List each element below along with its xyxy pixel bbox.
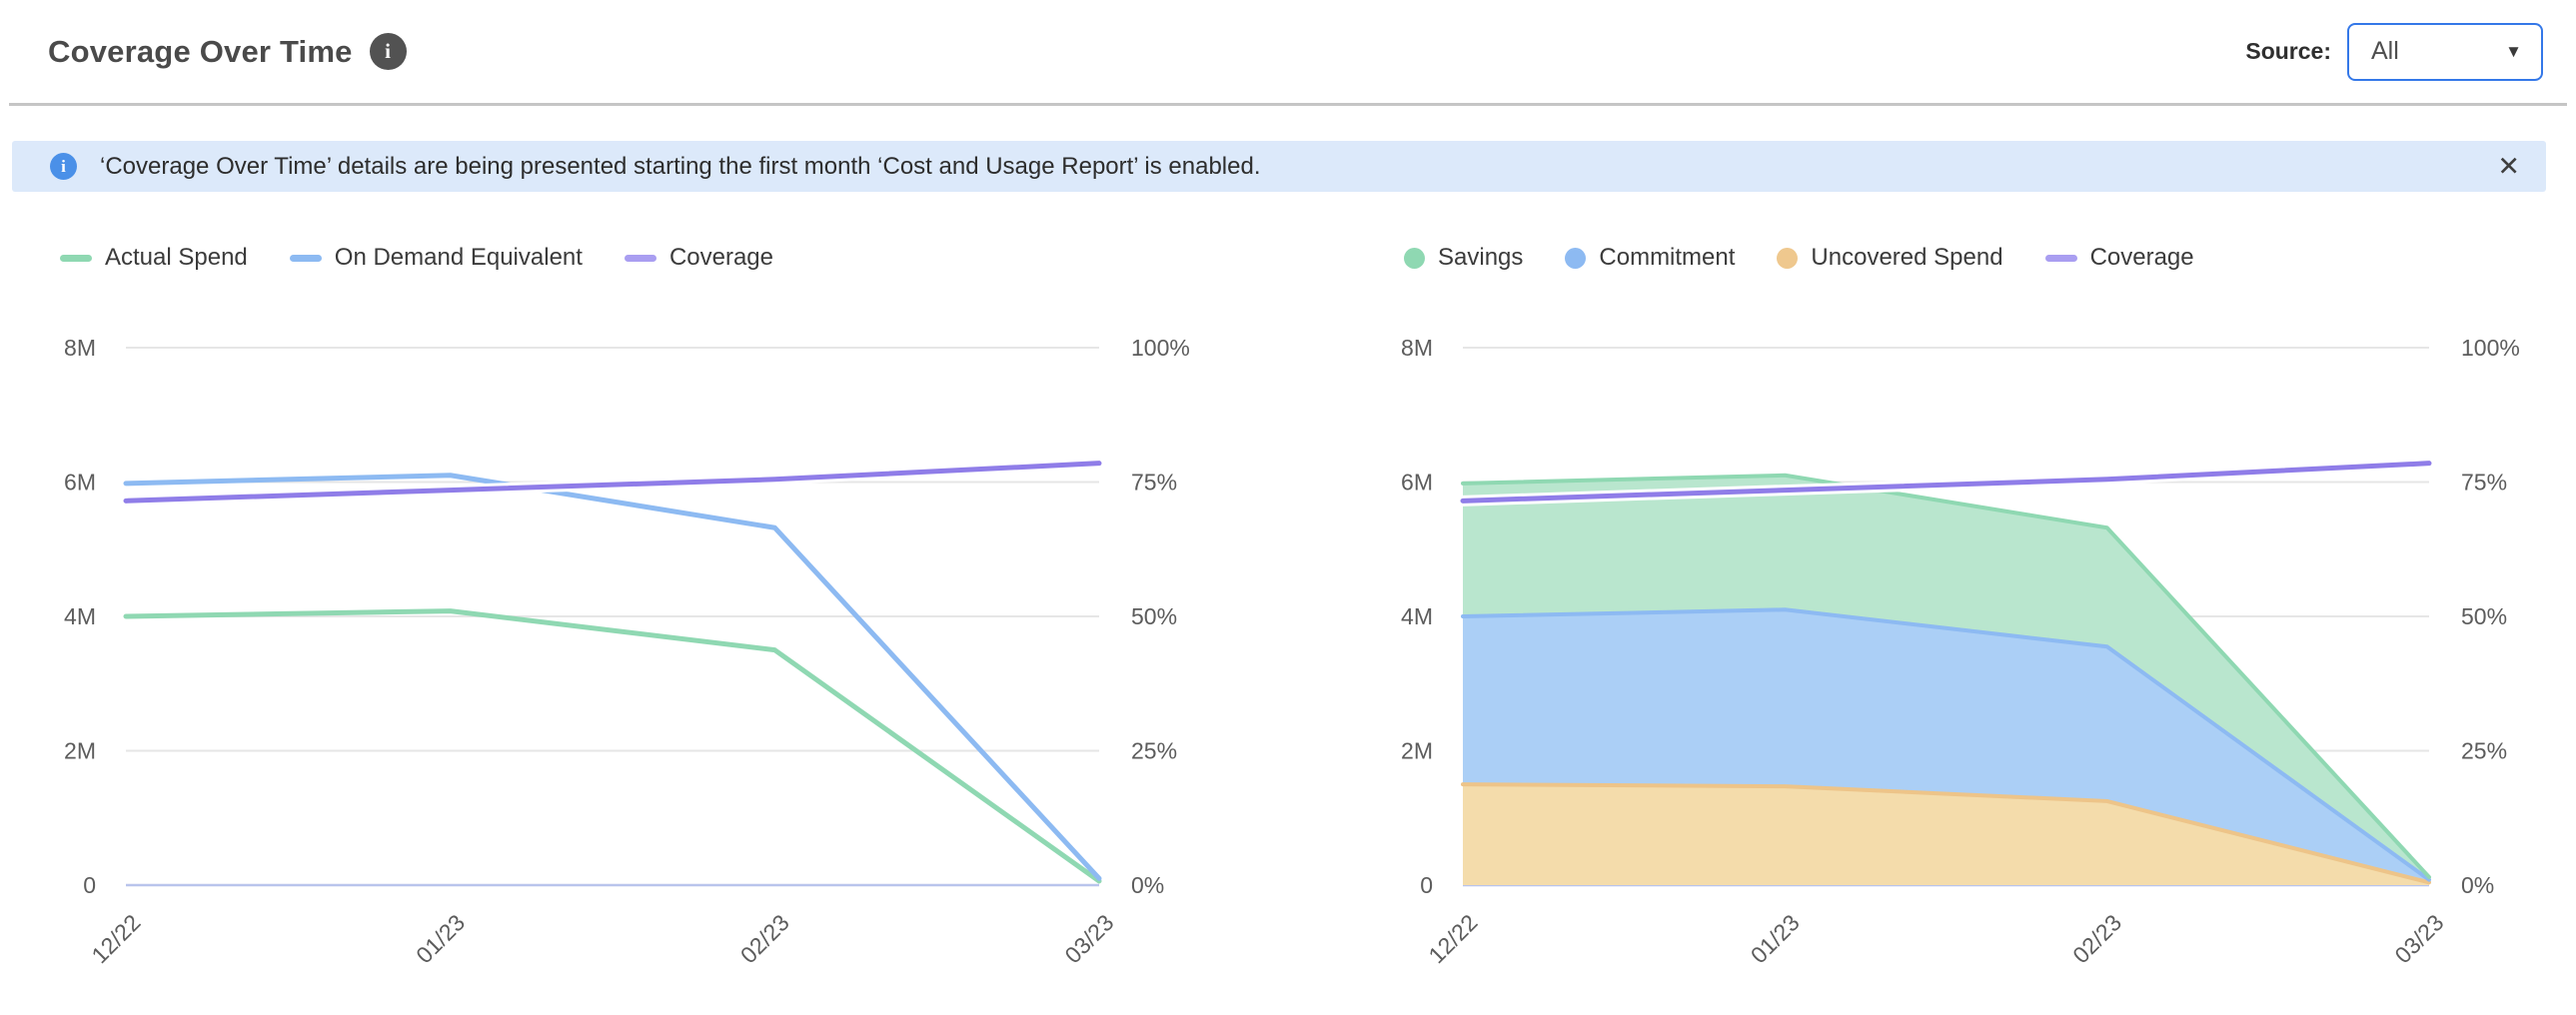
x-axis-tick-label: 02/23 [735, 909, 794, 968]
chevron-down-icon: ▼ [2505, 43, 2522, 60]
pct-axis-tick-label: 0% [2461, 872, 2494, 898]
pct-axis-tick-label: 75% [2461, 470, 2507, 496]
source-select-value: All [2371, 37, 2399, 66]
x-axis-tick-label: 01/23 [411, 909, 470, 968]
y-axis-tick-label: 4M [1401, 603, 1433, 629]
close-icon[interactable]: ✕ [2497, 153, 2520, 180]
series-line [126, 476, 1099, 879]
x-axis-tick-label: 12/22 [86, 909, 145, 968]
x-axis-tick-label: 12/22 [1423, 909, 1482, 968]
x-axis-tick-label: 03/23 [2389, 909, 2448, 968]
y-axis-tick-label: 0 [1420, 872, 1433, 898]
pct-axis-tick-label: 50% [2461, 603, 2507, 629]
pct-axis-tick-label: 0% [1131, 872, 1164, 898]
y-axis-tick-label: 2M [1401, 738, 1433, 764]
pct-axis-tick-label: 100% [1131, 335, 1190, 361]
y-axis-tick-label: 6M [64, 470, 96, 496]
y-axis-tick-label: 0 [83, 872, 96, 898]
y-axis-tick-label: 8M [64, 335, 96, 361]
pct-axis-tick-label: 100% [2461, 335, 2520, 361]
coverage-line-chart[interactable]: 0 2M 4M 6M 8M 0% 25% 50% 75% 100% 12/22 01/23 02/23 0… [0, 210, 1249, 1015]
y-axis-tick-label: 2M [64, 738, 96, 764]
header: Coverage Over Time i Source: All ▼ [0, 0, 2576, 103]
y-axis-tick-label: 8M [1401, 335, 1433, 361]
y-axis-tick-label: 4M [64, 603, 96, 629]
pct-axis-tick-label: 50% [1131, 603, 1177, 629]
info-banner: i ‘Coverage Over Time’ details are being… [12, 141, 2546, 192]
page-title: Coverage Over Time [48, 34, 353, 70]
pct-axis-tick-label: 75% [1131, 470, 1177, 496]
source-select[interactable]: All ▼ [2347, 23, 2543, 81]
x-axis-tick-label: 02/23 [2067, 909, 2126, 968]
pct-axis-tick-label: 25% [2461, 738, 2507, 764]
series-line [126, 611, 1099, 881]
x-axis-tick-label: 01/23 [1746, 909, 1805, 968]
header-divider [9, 103, 2567, 106]
y-axis-tick-label: 6M [1401, 470, 1433, 496]
source-label: Source: [2245, 38, 2331, 65]
coverage-area-chart[interactable]: 0 2M 4M 6M 8M 0% 25% 50% 75% 100% 12/22 01/23 02/23 0… [1327, 210, 2576, 1015]
x-axis-tick-label: 03/23 [1059, 909, 1118, 968]
info-icon[interactable]: i [370, 33, 407, 70]
pct-axis-tick-label: 25% [1131, 738, 1177, 764]
info-banner-text: ‘Coverage Over Time’ details are being p… [100, 153, 1261, 181]
info-icon: i [50, 153, 77, 180]
